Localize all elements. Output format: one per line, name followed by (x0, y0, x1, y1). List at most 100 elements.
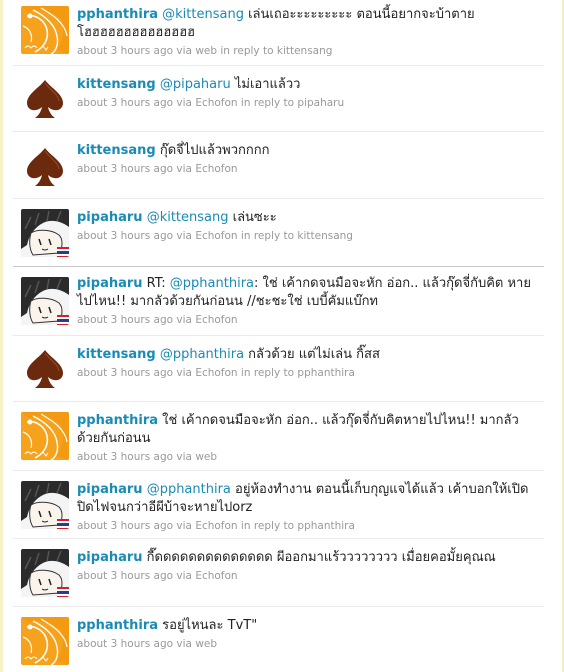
tweet: kittensang @pphanthira กลัวด้วย แต่ไม่เล… (13, 336, 544, 402)
tweet-text: pipaharu RT: @pphanthira: ใช่ เค้ากดจนมื… (77, 275, 537, 311)
timestamp-link[interactable]: about 3 hours ago (77, 451, 173, 463)
tweet-meta: about 3 hours ago via web (77, 450, 537, 464)
tweet-meta: about 3 hours ago via Echofon in reply t… (77, 229, 537, 243)
left-border (0, 0, 3, 672)
via-label: via (176, 638, 192, 650)
pphanthira-avatar[interactable] (21, 617, 69, 665)
tweet: pipaharu กี๊ดดดดดดดดดดดดดด ผีออกมาแร้ววว… (13, 539, 544, 607)
username-link[interactable]: pipaharu (77, 550, 143, 565)
pipaharu-avatar-image (21, 549, 69, 597)
tweet-text: pphanthira รอยู่ไหนละ TvT" (77, 617, 537, 635)
source-link[interactable]: Echofon (195, 97, 237, 109)
pphanthira-avatar-image (21, 6, 69, 54)
tweet-content: อยู่ห้องทำงาน ตอนนี้เก็บกุญแจได้แล้ว เค้… (77, 482, 529, 515)
spade-icon (21, 74, 69, 122)
reply-link[interactable]: kittensang (297, 230, 353, 242)
reply-link[interactable]: pipaharu (297, 97, 344, 109)
pphanthira-avatar[interactable] (21, 412, 69, 460)
spade-avatar[interactable] (21, 344, 69, 392)
tweet-text: kittensang @pipaharu ไม่เอาแล้วว (77, 76, 537, 94)
pphanthira-avatar-image (21, 412, 69, 460)
tweet-text: pipaharu กี๊ดดดดดดดดดดดดดด ผีออกมาแร้ววว… (77, 549, 537, 567)
via-label: via (176, 163, 192, 175)
tweet-meta: about 3 hours ago via Echofon in reply t… (77, 96, 537, 110)
pipaharu-avatar-image (21, 209, 69, 257)
username-link[interactable]: pphanthira (77, 7, 158, 22)
mention-link[interactable]: @pphanthira (160, 347, 244, 362)
via-label: via (176, 230, 192, 242)
mention-link[interactable]: @kittensang (147, 210, 229, 225)
timestamp-link[interactable]: about 3 hours ago (77, 230, 173, 242)
username-link[interactable]: pphanthira (77, 413, 158, 428)
username-link[interactable]: pipaharu (77, 482, 143, 497)
username-link[interactable]: kittensang (77, 77, 156, 92)
pipaharu-avatar[interactable] (21, 277, 69, 325)
pipaharu-avatar-image (21, 481, 69, 529)
via-label: via (176, 570, 192, 582)
reply-link[interactable]: kittensang (277, 45, 333, 57)
tweet-text: pipaharu @pphanthira อยู่ห้องทำงาน ตอนนี… (77, 481, 537, 517)
mention-link[interactable]: @kittensang (162, 7, 244, 22)
timestamp-link[interactable]: about 3 hours ago (77, 97, 173, 109)
mention-link[interactable]: @pphanthira (170, 276, 254, 291)
pipaharu-avatar[interactable] (21, 481, 69, 529)
tweet: pipaharu RT: @pphanthira: ใช่ เค้ากดจนมื… (13, 267, 544, 336)
timestamp-link[interactable]: about 3 hours ago (77, 45, 173, 57)
pphanthira-avatar-image (21, 617, 69, 665)
tweet-text: pphanthira ใช่ เค้ากดจนมือจะหัก อ่อก.. แ… (77, 412, 537, 448)
spade-icon (21, 344, 69, 392)
spade-icon (21, 142, 69, 190)
username-link[interactable]: kittensang (77, 143, 156, 158)
source-link[interactable]: web (195, 45, 217, 57)
username-link[interactable]: pipaharu (77, 210, 143, 225)
spade-avatar[interactable] (21, 142, 69, 190)
tweet-content: เล่นซะะ (228, 210, 277, 225)
timestamp-link[interactable]: about 3 hours ago (77, 638, 173, 650)
tweet: kittensang กุ๊ดจี่ไปแล้วพวกกกก about 3 h… (13, 132, 544, 199)
via-label: via (176, 367, 192, 379)
source-link[interactable]: web (195, 638, 217, 650)
source-link[interactable]: Echofon (195, 314, 237, 326)
tweet-content: กลัวด้วย แต่ไม่เล่น กิ๊สส (244, 347, 380, 362)
source-link[interactable]: Echofon (195, 163, 237, 175)
spade-avatar[interactable] (21, 74, 69, 122)
timestamp-link[interactable]: about 3 hours ago (77, 314, 173, 326)
reply-link[interactable]: pphanthira (297, 367, 355, 379)
timestamp-link[interactable]: about 3 hours ago (77, 520, 173, 532)
pipaharu-avatar[interactable] (21, 209, 69, 257)
reply-prefix: in reply to (240, 520, 295, 532)
via-label: via (176, 97, 192, 109)
source-link[interactable]: Echofon (195, 520, 237, 532)
mention-link[interactable]: @pipaharu (160, 77, 231, 92)
tweet: pipaharu @kittensang เล่นซะะ about 3 hou… (13, 199, 544, 267)
mention-link[interactable]: @pphanthira (147, 482, 231, 497)
tweet: kittensang @pipaharu ไม่เอาแล้วว about 3… (13, 66, 544, 132)
source-link[interactable]: Echofon (195, 230, 237, 242)
tweet: pphanthira ใช่ เค้ากดจนมือจะหัก อ่อก.. แ… (13, 402, 544, 471)
pipaharu-avatar[interactable] (21, 549, 69, 597)
tweet: pphanthira รอยู่ไหนละ TvT" about 3 hours… (13, 607, 544, 672)
timeline: pphanthira @kittensang เล่นเถอะะะะะะะะะ … (0, 0, 564, 672)
source-link[interactable]: Echofon (195, 570, 237, 582)
reply-prefix: in reply to (240, 97, 295, 109)
reply-prefix: in reply to (240, 367, 295, 379)
timestamp-link[interactable]: about 3 hours ago (77, 367, 173, 379)
tweet-content: ไม่เอาแล้วว (230, 77, 301, 92)
username-link[interactable]: pipaharu (77, 276, 143, 291)
timestamp-link[interactable]: about 3 hours ago (77, 163, 173, 175)
via-label: via (176, 520, 192, 532)
timestamp-link[interactable]: about 3 hours ago (77, 570, 173, 582)
via-label: via (176, 451, 192, 463)
username-link[interactable]: pphanthira (77, 618, 158, 633)
source-link[interactable]: web (195, 451, 217, 463)
pphanthira-avatar[interactable] (21, 6, 69, 54)
tweet-text: kittensang กุ๊ดจี่ไปแล้วพวกกกก (77, 142, 537, 160)
tweet-meta: about 3 hours ago via web (77, 637, 537, 651)
tweet: pipaharu @pphanthira อยู่ห้องทำงาน ตอนนี… (13, 471, 544, 539)
pipaharu-avatar-image (21, 277, 69, 325)
tweet-meta: about 3 hours ago via Echofon in reply t… (77, 366, 537, 380)
reply-link[interactable]: pphanthira (297, 520, 355, 532)
source-link[interactable]: Echofon (195, 367, 237, 379)
tweet-meta: about 3 hours ago via Echofon in reply t… (77, 519, 537, 533)
username-link[interactable]: kittensang (77, 347, 156, 362)
